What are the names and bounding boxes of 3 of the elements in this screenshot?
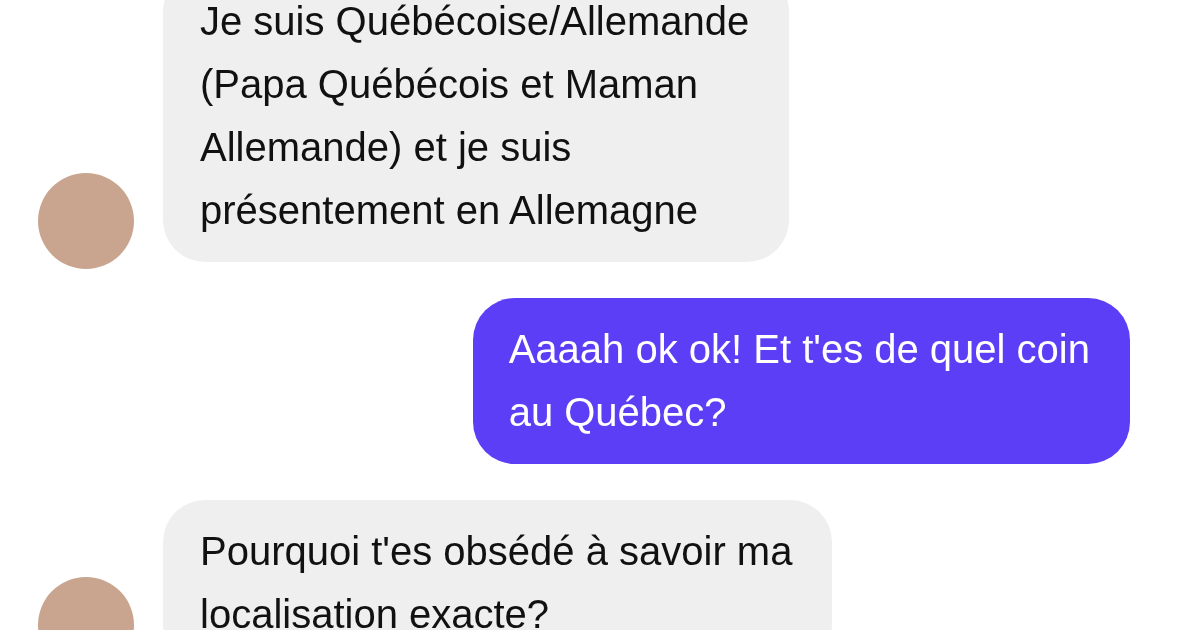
- sent-message-bubble: Aaaah ok ok! Et t'es de quel coin au Québec?: [472, 298, 1130, 464]
- received-message-bubble: Pourquoi t'es obsédé à savoir ma localisation exacte?: [163, 500, 833, 630]
- received-message-bubble: Je suis Québécoise/Allemande (Papa Québécois et Maman Allemande) et je suis présentement en Allemagne: [163, 0, 790, 262]
